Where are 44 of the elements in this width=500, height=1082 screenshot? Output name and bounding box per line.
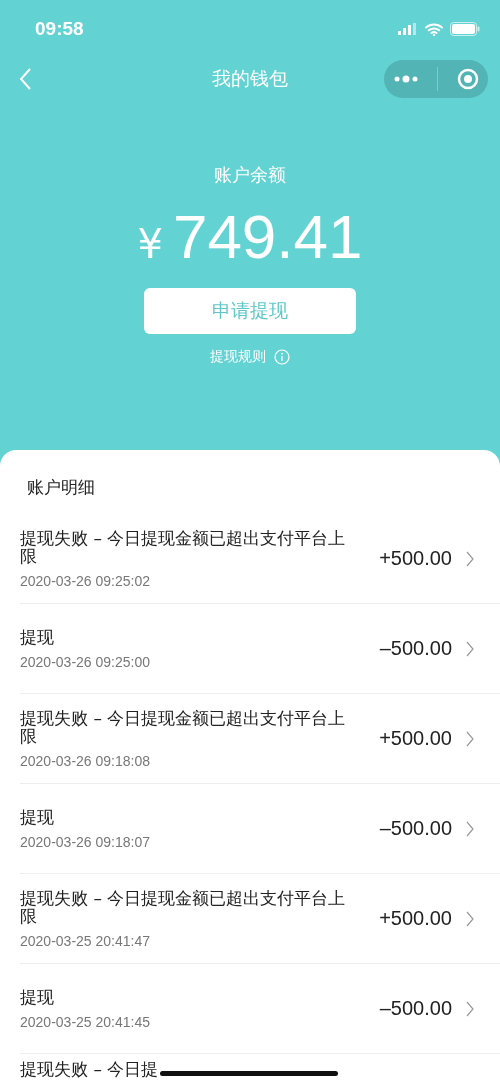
transaction-time: 2020-03-25 20:41:45 — [20, 1013, 151, 1030]
back-icon[interactable] — [18, 67, 32, 91]
chevron-icon — [466, 1000, 474, 1017]
page-title: 我的钱包 — [212, 66, 288, 91]
more-icon[interactable] — [393, 74, 420, 84]
chevron-icon — [466, 730, 474, 747]
chevron-icon — [466, 550, 474, 567]
signal-icon — [398, 23, 418, 35]
wifi-icon — [425, 22, 443, 36]
transaction-title: 提现失败 – 今日提现金额已超出支付平台上限 — [20, 888, 347, 925]
transaction-title: 提现 — [20, 987, 55, 1006]
transaction-title: 提现失败 – 今日提 — [20, 1059, 159, 1079]
transaction-row[interactable]: 提现 2020-03-26 09:25:00 –500.00 — [20, 604, 500, 694]
transaction-time: 2020-03-26 09:25:02 — [20, 572, 151, 589]
transaction-time: 2020-03-26 09:25:00 — [20, 653, 151, 670]
transaction-row[interactable]: 提现失败 – 今日提现金额已超出支付平台上限 2020-03-25 20:41:47 +500.00 — [20, 874, 500, 964]
status-time: 09:58 — [35, 18, 84, 40]
balance-label: 账户余额 — [214, 163, 286, 187]
transaction-title: 提现 — [20, 807, 55, 826]
info-icon[interactable] — [274, 349, 290, 365]
chevron-icon — [466, 640, 474, 657]
transaction-amount: –500.00 — [379, 637, 452, 660]
transaction-row[interactable]: 提现 2020-03-26 09:18:07 –500.00 — [20, 784, 500, 874]
transaction-row[interactable]: 提现 2020-03-25 20:41:45 –500.00 — [20, 964, 500, 1054]
chevron-icon — [466, 910, 474, 927]
transaction-time: 2020-03-25 20:41:47 — [20, 932, 151, 949]
transaction-amount: +500.00 — [379, 547, 452, 570]
transaction-row[interactable]: 提现失败 – 今日提现金额已超出支付平台上限 2020-03-26 09:18:08 +500.00 — [20, 694, 500, 784]
transaction-time: 2020-03-26 09:18:07 — [20, 833, 151, 850]
transaction-title: 提现失败 – 今日提现金额已超出支付平台上限 — [20, 708, 347, 745]
transaction-amount: –500.00 — [379, 997, 452, 1020]
chevron-icon — [466, 820, 474, 837]
close-target-icon[interactable] — [456, 68, 479, 90]
transaction-amount: –500.00 — [379, 817, 452, 840]
transaction-amount: +500.00 — [379, 907, 452, 930]
transaction-title: 提现失败 – 今日提现金额已超出支付平台上限 — [20, 528, 347, 565]
transaction-row[interactable]: 提现失败 – 今日提现金额已超出支付平台上限 2020-03-26 09:25:02 +500.00 — [20, 514, 500, 604]
transaction-amount: +500.00 — [379, 727, 452, 750]
section-title: 账户明细 — [26, 476, 96, 499]
balance-amount: 749.41 — [172, 201, 363, 272]
transaction-time: 2020-03-26 09:18:08 — [20, 752, 151, 769]
battery-icon — [450, 22, 480, 36]
currency-symbol: ¥ — [137, 221, 163, 267]
transaction-title: 提现 — [20, 627, 55, 646]
